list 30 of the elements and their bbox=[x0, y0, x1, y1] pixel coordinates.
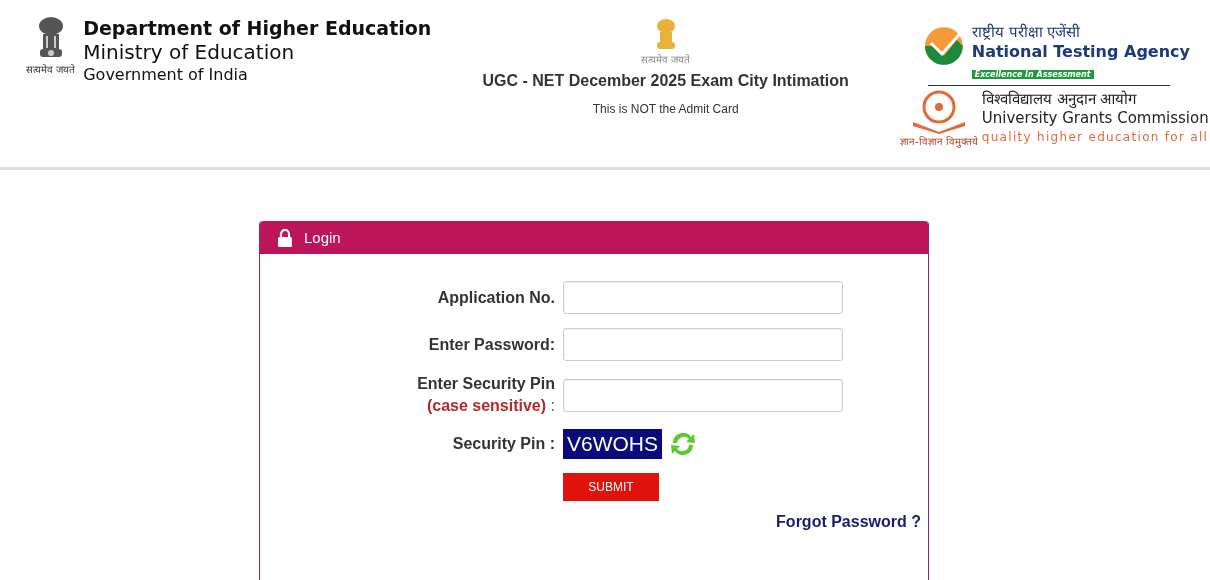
panel-title: Login bbox=[304, 229, 341, 246]
motto-text: ज्ञान-विज्ञान विमुक्तये bbox=[900, 135, 978, 148]
check-logo-icon bbox=[924, 26, 964, 66]
colon-text: : bbox=[550, 397, 555, 414]
motto-text: सत्यमेव जयते bbox=[641, 53, 691, 66]
agency-tagline: Excellence In Assessment bbox=[971, 70, 1094, 79]
lock-icon bbox=[278, 228, 292, 247]
forgot-password-link[interactable]: Forgot Password ? bbox=[776, 513, 921, 531]
government-name: Government of India bbox=[83, 64, 249, 85]
input-field[interactable] bbox=[563, 281, 843, 314]
exam-title: UGC - NET December 2025 Exam City Intimation bbox=[482, 72, 849, 90]
agency-hindi-name: राष्ट्रीय परीक्षा एजेंसी bbox=[971, 22, 1082, 42]
ministry-name: Ministry of Education bbox=[83, 41, 296, 64]
department-name: Department of Higher Education bbox=[83, 16, 432, 41]
field-label: Application No. bbox=[437, 288, 555, 307]
input-field[interactable] bbox=[563, 378, 843, 412]
notice-text: This is NOT the Admit Card bbox=[592, 102, 739, 116]
agency-name: National Testing Agency bbox=[971, 42, 1190, 62]
case-note: (case sensitive) bbox=[426, 397, 547, 414]
field-label: Security Pin : bbox=[452, 435, 555, 453]
wheel-logo-icon bbox=[911, 90, 966, 134]
input-field[interactable] bbox=[563, 328, 843, 361]
motto-text: सत्यमेव जयते bbox=[26, 63, 76, 76]
commission-hindi-name: विश्वविद्यालय अनुदान आयोग bbox=[981, 90, 1138, 109]
commission-tagline: quality higher education for all bbox=[981, 129, 1209, 146]
submit-button[interactable]: SUBMIT bbox=[563, 473, 659, 501]
captcha-code: V6WOHS bbox=[563, 429, 662, 459]
field-label: Enter Security Pin bbox=[417, 375, 555, 393]
commission-name: University Grants Commission bbox=[981, 109, 1209, 128]
field-label: Enter Password: bbox=[428, 335, 555, 354]
